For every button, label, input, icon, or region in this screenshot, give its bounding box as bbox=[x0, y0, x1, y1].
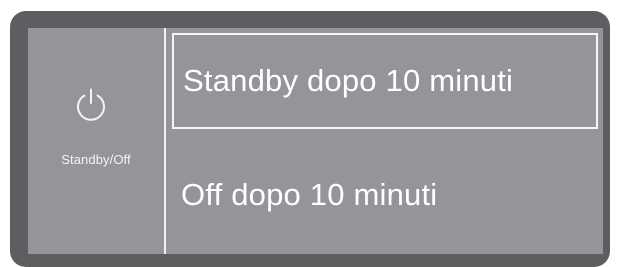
mode-label: Standby/Off bbox=[61, 152, 131, 167]
option-off-10-min[interactable]: Off dopo 10 minuti bbox=[172, 150, 598, 240]
panel-divider bbox=[164, 28, 166, 254]
option-standby-10-min[interactable]: Standby dopo 10 minuti bbox=[172, 33, 598, 129]
power-icon bbox=[74, 88, 108, 122]
mode-panel: Standby/Off bbox=[28, 28, 164, 254]
display-screen: Standby/Off Standby dopo 10 minuti Off d… bbox=[28, 28, 603, 254]
